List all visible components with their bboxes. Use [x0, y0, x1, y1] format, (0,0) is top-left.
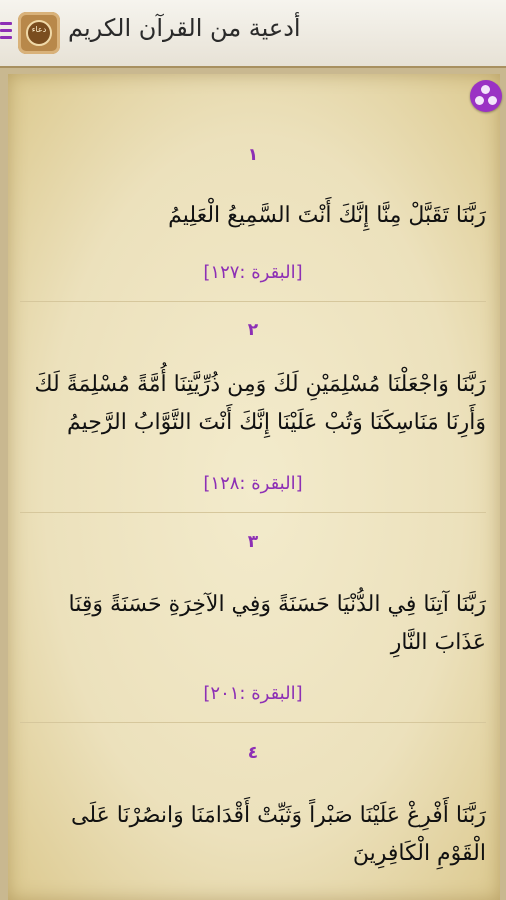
share-icon[interactable]	[470, 80, 502, 112]
dua-number: ٢	[247, 320, 259, 340]
divider	[20, 301, 486, 302]
dua-text: رَبَّنَا تَقَبَّلْ مِنَّا إِنَّكَ أَنْتَ…	[168, 203, 486, 228]
app-bar: دعاء أدعية من القرآن الكريم	[0, 0, 506, 68]
dua-text: رَبَّنَا آتِنَا فِي الدُّنْيَا حَسَنَةً …	[68, 592, 487, 655]
dua-reference[interactable]: [البقرة :١٢٨]	[20, 473, 486, 494]
dua-reference[interactable]: [البقرة :١٢٧]	[20, 262, 486, 283]
dua-number: ٣	[247, 532, 259, 552]
dua-reference[interactable]: [البقرة :٢٠١]	[20, 683, 486, 704]
dua-text: رَبَّنَا وَاجْعَلْنَا مُسْلِمَيْنِ لَكَ …	[34, 372, 486, 435]
dua-number: ١	[247, 145, 259, 165]
logo-text: دعاء	[31, 25, 47, 34]
divider	[20, 722, 486, 723]
menu-icon[interactable]	[0, 22, 14, 42]
dua-text: رَبَّنَا أَفْرِغْ عَلَيْنَا صَبْراً وَثَ…	[71, 803, 486, 866]
app-logo: دعاء	[18, 12, 60, 54]
divider	[20, 512, 486, 513]
dua-number: ٤	[247, 743, 259, 763]
app-title: أدعية من القرآن الكريم	[68, 14, 301, 42]
